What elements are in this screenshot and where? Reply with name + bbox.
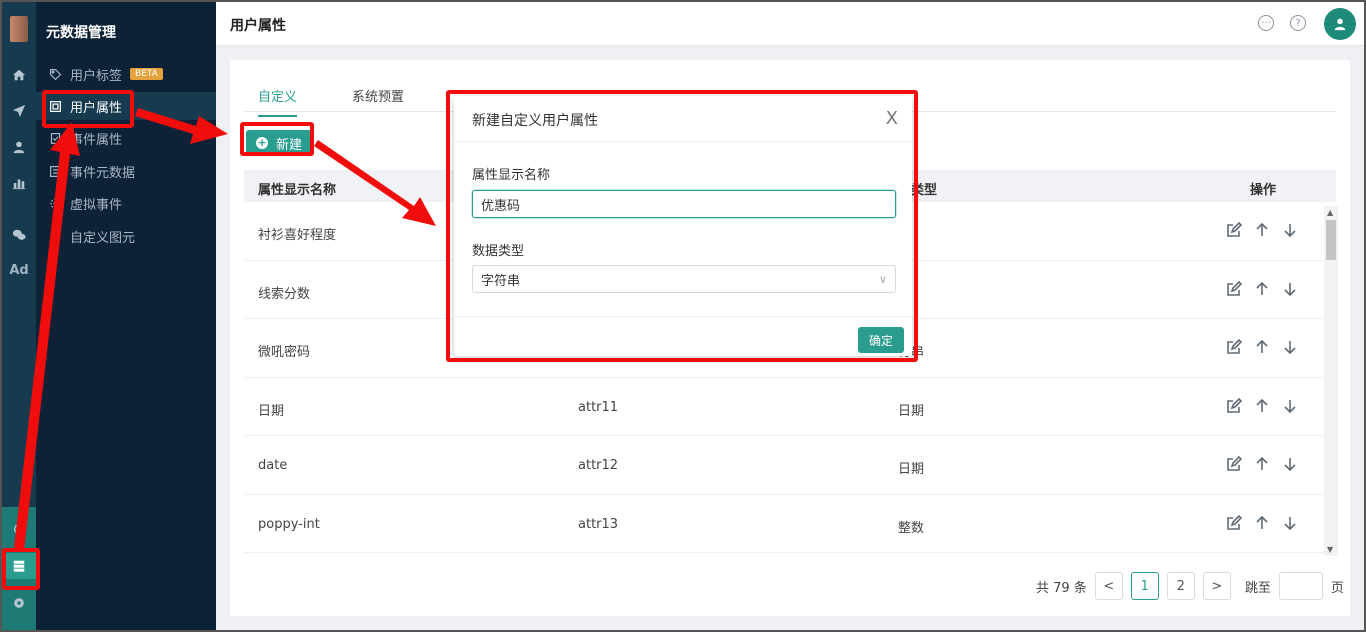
table-scrollbar[interactable]: ▲ ▼ — [1324, 206, 1338, 556]
gear-icon[interactable] — [2, 590, 36, 616]
nav-item-label: 虚拟事件 — [70, 197, 123, 213]
cell-display-name: date — [258, 458, 288, 473]
edit-icon[interactable] — [1226, 280, 1242, 297]
shape-icon — [48, 229, 62, 243]
table-row: date attr12 日期 — [244, 436, 1336, 495]
page-1-button[interactable]: 1 — [1130, 572, 1159, 600]
table-row: poppy-int attr13 整数 — [244, 495, 1336, 553]
nav-item-label: 用户标签 — [70, 68, 123, 84]
edit-icon[interactable] — [1226, 456, 1242, 472]
clipboard-icon — [48, 131, 62, 145]
icon-rail: Ad — [2, 2, 36, 630]
arrow-down-icon[interactable] — [1282, 339, 1298, 355]
cell-type: 整数 — [898, 520, 925, 536]
nav-item-event-metadata[interactable]: 事件元数据 — [36, 157, 216, 185]
arrow-up-icon[interactable] — [1254, 398, 1270, 414]
edit-icon[interactable] — [1226, 397, 1242, 414]
annotation-box-database-icon — [2, 548, 40, 590]
app-window: Ad 元数据管理 用户标签 BETA 用户属性 事件属性 事件元数据 虚拟事件 — [2, 2, 1364, 630]
arrow-up-icon[interactable] — [1254, 222, 1270, 238]
edit-icon[interactable] — [1226, 222, 1242, 238]
cell-display-name: 日期 — [258, 403, 285, 419]
beta-badge: BETA — [130, 68, 163, 80]
scroll-down-arrow[interactable]: ▼ — [1327, 545, 1333, 554]
list-icon — [48, 164, 62, 178]
nav-item-event-attributes[interactable]: 事件属性 — [36, 124, 216, 152]
cell-type: 日期 — [898, 403, 925, 419]
wechat-icon[interactable] — [2, 222, 36, 248]
nav-item-custom-elements[interactable]: 自定义图元 — [36, 222, 216, 250]
help-icon[interactable]: ? — [1290, 15, 1306, 31]
app-logo — [10, 16, 28, 42]
cell-attr: attr11 — [578, 399, 619, 415]
cell-display-name: 线索分数 — [258, 286, 311, 302]
arrow-up-icon[interactable] — [1254, 281, 1270, 297]
tab-custom[interactable]: 自定义 — [258, 86, 298, 117]
avatar[interactable] — [1324, 8, 1356, 40]
edit-icon[interactable] — [1226, 339, 1242, 355]
column-header-actions: 操作 — [1250, 183, 1277, 198]
arrow-down-icon[interactable] — [1282, 398, 1298, 414]
top-header: 用户属性 ··· ? — [216, 2, 1364, 46]
arrow-up-icon[interactable] — [1254, 456, 1270, 472]
tag-icon — [48, 67, 62, 81]
page-2-button[interactable]: 2 — [1166, 572, 1195, 600]
total-count: 共 79 条 — [1036, 580, 1087, 596]
nav-title: 元数据管理 — [46, 25, 116, 41]
arrow-down-icon[interactable] — [1282, 222, 1298, 238]
annotation-box-user-attributes — [42, 90, 134, 128]
scrollbar-thumb[interactable] — [1326, 220, 1336, 260]
tab-system-preset[interactable]: 系统预置 — [352, 86, 404, 115]
nav-item-label: 事件元数据 — [70, 165, 136, 181]
page-suffix: 页 — [1330, 580, 1344, 596]
home-icon[interactable] — [2, 62, 36, 88]
arrow-down-icon[interactable] — [1282, 456, 1298, 472]
chat-icon[interactable]: ··· — [1258, 15, 1274, 31]
cell-display-name: 微吼密码 — [258, 345, 311, 360]
arrow-down-icon[interactable] — [1282, 281, 1298, 297]
target-icon[interactable] — [2, 516, 36, 542]
cell-attr: attr13 — [578, 516, 619, 532]
ad-icon[interactable]: Ad — [2, 257, 36, 283]
cell-display-name: poppy-int — [258, 516, 320, 532]
annotation-box-new-button — [240, 122, 314, 156]
column-header-display-name[interactable]: 属性显示名称 — [258, 179, 336, 198]
cell-attr: attr12 — [578, 458, 619, 473]
jump-label: 跳至 — [1244, 580, 1271, 596]
arrow-up-icon[interactable] — [1254, 339, 1270, 355]
edit-icon[interactable] — [1226, 514, 1242, 531]
jump-page-input[interactable] — [1278, 572, 1323, 600]
prev-page-button[interactable]: < — [1094, 572, 1123, 600]
nav-item-virtual-events[interactable]: 虚拟事件 — [36, 189, 216, 217]
arrow-down-icon[interactable] — [1282, 515, 1298, 531]
dashed-circle-icon — [48, 196, 62, 210]
bar-chart-icon[interactable] — [2, 170, 36, 196]
table-row: 日期 attr11 日期 — [244, 378, 1336, 436]
page-title: 用户属性 — [230, 18, 286, 34]
scroll-up-arrow[interactable]: ▲ — [1327, 208, 1333, 217]
nav-item-label: 自定义图元 — [70, 230, 136, 246]
next-page-button[interactable]: > — [1202, 572, 1231, 600]
nav-item-user-tags[interactable]: 用户标签 BETA — [36, 60, 216, 88]
cell-type: 日期 — [898, 462, 925, 477]
user-icon[interactable] — [2, 134, 36, 160]
annotation-box-dialog — [446, 90, 918, 362]
send-icon[interactable] — [2, 98, 36, 124]
arrow-up-icon[interactable] — [1254, 515, 1270, 531]
cell-display-name: 衬衫喜好程度 — [258, 228, 337, 243]
user-avatar-icon — [1334, 18, 1346, 31]
pagination: 共 79 条 < 1 2 > 跳至 页 — [1036, 572, 1344, 600]
nav-item-label: 事件属性 — [70, 132, 123, 148]
